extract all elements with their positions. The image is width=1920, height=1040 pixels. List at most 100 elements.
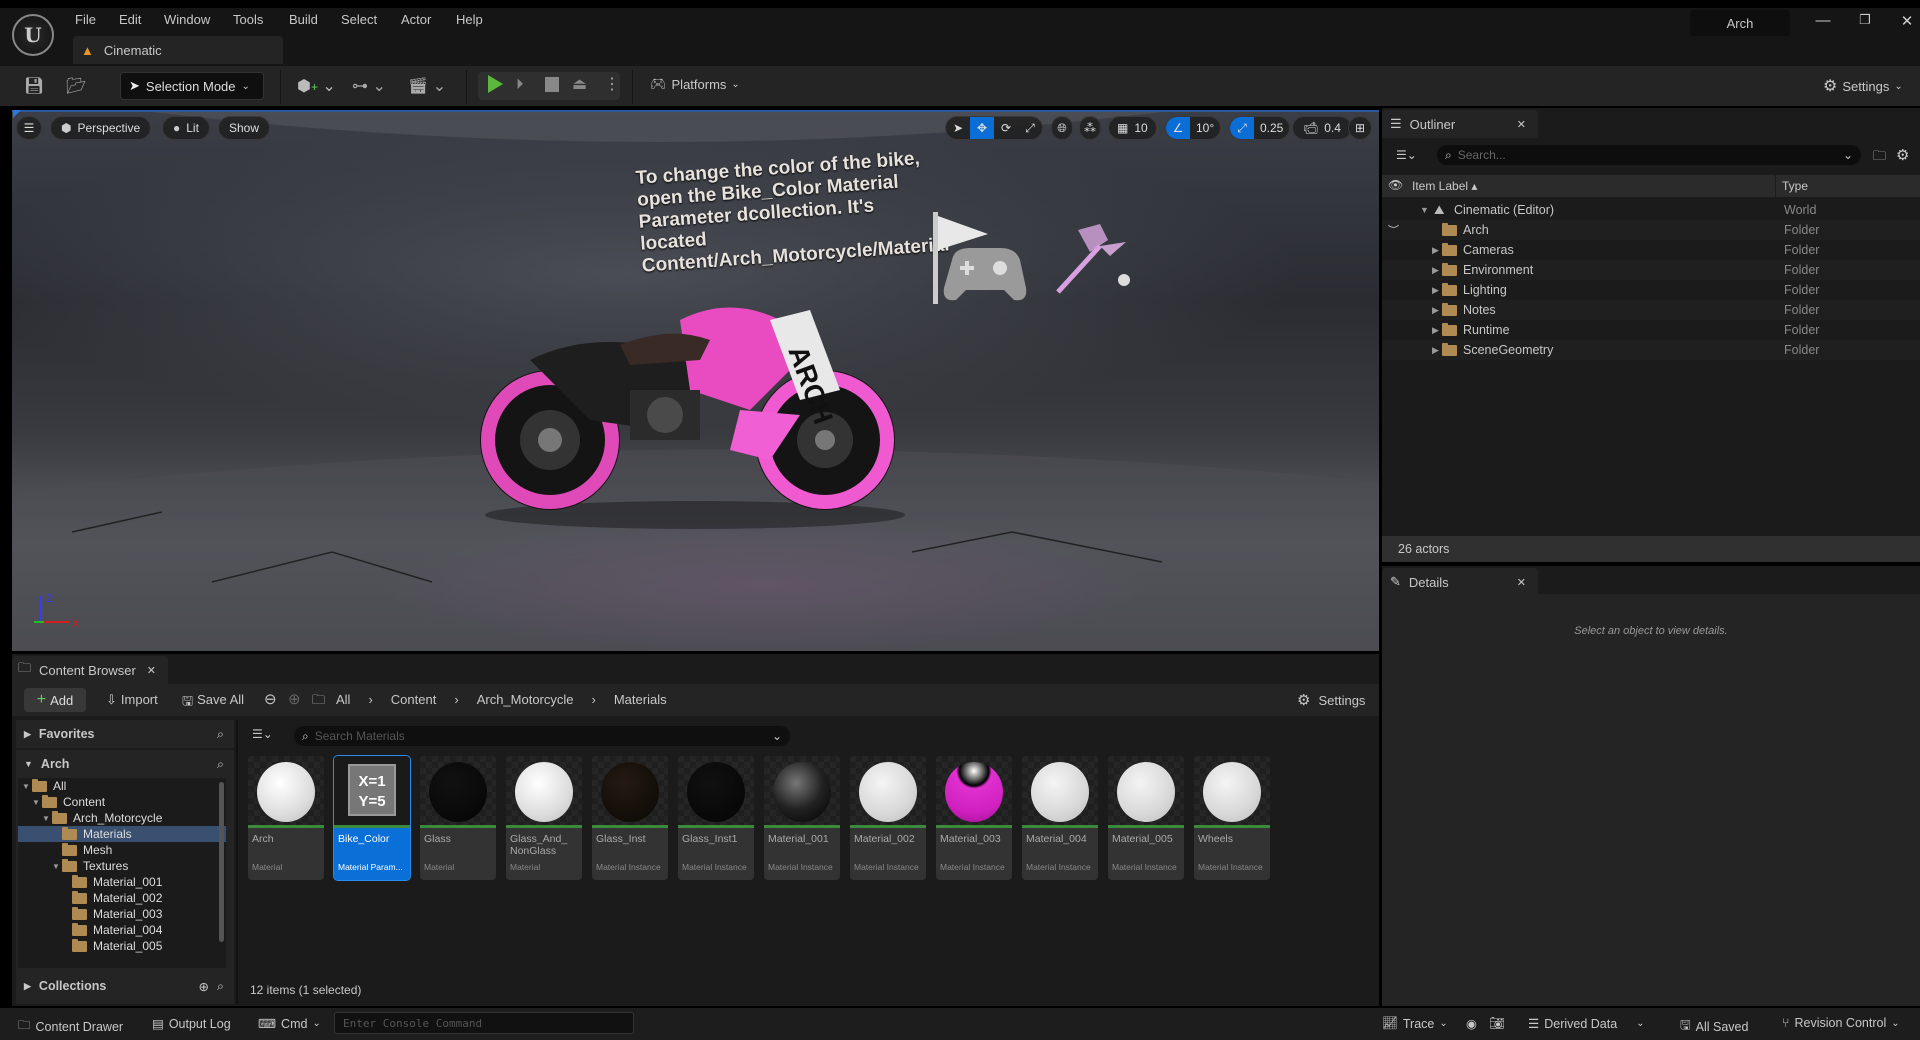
selection-mode-dropdown[interactable]: ➤ Selection Mode ⌄ [120, 72, 264, 100]
restore-icon[interactable]: ❐ [1850, 12, 1880, 28]
gear-icon[interactable]: ⚙ [1896, 146, 1909, 164]
blueprint-icon[interactable]: ⊶ ⌄ [352, 76, 386, 96]
close-tab-icon[interactable]: ✕ [147, 664, 168, 677]
add-button[interactable]: + Add [24, 688, 86, 712]
asset-tile[interactable]: Material_001 Material Instance [764, 756, 840, 880]
filter-icon[interactable]: ☰⌄ [252, 727, 273, 741]
outliner-tab[interactable]: ☰ Outliner ✕ [1382, 110, 1538, 138]
tree-item[interactable]: ▼ Textures [18, 858, 226, 874]
save-icon[interactable]: 💾︎ [24, 76, 44, 96]
tree-item[interactable]: Material_001 [18, 874, 226, 890]
menu-tools[interactable]: Tools [233, 12, 263, 27]
tree-item[interactable]: Mesh [18, 842, 226, 858]
chevron-right-icon[interactable]: ▶ [1432, 245, 1439, 256]
hidden-eye-icon[interactable]: ︶ [1388, 222, 1399, 238]
chevron-right-icon[interactable]: ▶ [1432, 325, 1439, 336]
record-trace-icon[interactable]: ◉ [1466, 1016, 1477, 1031]
asset-tile[interactable]: Glass_Inst1 Material Instance [678, 756, 754, 880]
outliner-row[interactable]: ▶ Environment Folder [1382, 260, 1920, 280]
add-collection-icon[interactable]: ⊕ [199, 979, 209, 994]
outliner-row[interactable]: ▶ Lighting Folder [1382, 280, 1920, 300]
perspective-button[interactable]: ⬢ Perspective [50, 116, 152, 140]
favorites-section[interactable]: ▶ Favorites ⌕ [16, 720, 234, 748]
menu-window[interactable]: Window [164, 12, 210, 27]
menu-actor[interactable]: Actor [401, 12, 431, 27]
console-command-input[interactable]: Enter Console Command [334, 1012, 634, 1034]
show-button[interactable]: Show [218, 116, 271, 140]
output-log-button[interactable]: ▤ Output Log [152, 1016, 231, 1032]
visibility-icon[interactable]: 👁︎ [1388, 178, 1403, 192]
scale-tool-icon[interactable]: ⤢ [1018, 117, 1042, 139]
tree-item[interactable]: Materials [18, 826, 226, 842]
outliner-row[interactable]: ▶ Notes Folder [1382, 300, 1920, 320]
asset-tile[interactable]: Wheels Material Instance [1194, 756, 1270, 880]
back-icon[interactable]: ⊖ [264, 690, 277, 708]
rotation-snap[interactable]: ∠ 10° [1165, 116, 1222, 140]
revision-control-button[interactable]: ⑂ Revision Control ⌄ [1782, 1016, 1900, 1030]
asset-tile[interactable]: Glass Material [420, 756, 496, 880]
tree-item[interactable]: ▼ Arch_Motorcycle [18, 810, 226, 826]
collections-section[interactable]: ▶ Collections ⊕ ⌕ [16, 972, 234, 1000]
lit-button[interactable]: ● Lit [162, 116, 210, 140]
tree-item[interactable]: ▼ All [18, 778, 226, 794]
breadcrumb-content[interactable]: Content [391, 692, 437, 707]
browse-content-icon[interactable]: 📂︎ [66, 76, 86, 96]
asset-tile[interactable]: Glass_Inst Material Instance [592, 756, 668, 880]
asset-tile[interactable]: Material_004 Material Instance [1022, 756, 1098, 880]
tree-item[interactable]: Material_003 [18, 906, 226, 922]
folder-icon[interactable]: 🗀 [312, 691, 325, 713]
forward-icon[interactable]: ⊕ [288, 690, 301, 708]
outliner-search-input[interactable]: ⌕ Search... ⌄ [1437, 145, 1861, 165]
chevron-down-icon[interactable]: ▼ [1420, 205, 1429, 215]
more-options-icon[interactable]: ⋮ [604, 74, 620, 94]
column-type[interactable]: Type [1782, 179, 1808, 193]
asset-tile[interactable]: Glass_And_ NonGlass Material [506, 756, 582, 880]
cb-settings-button[interactable]: ⚙ Settings [1297, 691, 1365, 709]
tree-item[interactable]: Material_005 [18, 938, 226, 954]
content-browser-tab[interactable]: 🗀 Content Browser ✕ [12, 656, 168, 684]
viewport-layout-icon[interactable]: ⊞ [1348, 116, 1372, 140]
tree-item[interactable]: Material_002 [18, 890, 226, 906]
filter-icon[interactable]: ☰⌄ [1396, 148, 1417, 162]
surface-snap-icon[interactable]: ⁂ [1079, 116, 1101, 140]
search-icon[interactable]: ⌕ [217, 979, 234, 994]
tree-item[interactable]: ▼ Content [18, 794, 226, 810]
screenshot-trace-icon[interactable]: 📷︎ [1489, 1016, 1505, 1031]
close-icon[interactable]: ✕ [1892, 12, 1920, 30]
arch-section[interactable]: ▼ Arch ⌕ [16, 750, 234, 778]
search-icon[interactable]: ⌕ [217, 757, 234, 772]
asset-tile[interactable]: Material_003 Material Instance [936, 756, 1012, 880]
minimize-icon[interactable]: — [1808, 12, 1838, 29]
add-folder-icon[interactable]: 🗀 [1873, 147, 1886, 169]
details-tab[interactable]: ✎ Details ✕ [1382, 568, 1538, 596]
chevron-right-icon[interactable]: ▶ [1432, 265, 1439, 276]
column-divider[interactable] [1775, 175, 1776, 197]
asset-tile[interactable]: Material_005 Material Instance [1108, 756, 1184, 880]
asset-tile[interactable]: Material_002 Material Instance [850, 756, 926, 880]
menu-edit[interactable]: Edit [119, 12, 141, 27]
import-button[interactable]: ⇩ Import [106, 692, 158, 708]
menu-help[interactable]: Help [456, 12, 483, 27]
outliner-row[interactable]: ︶ Arch Folder [1382, 220, 1920, 240]
grid-snap[interactable]: ▦ 10 [1108, 116, 1157, 140]
cinematics-icon[interactable]: 🎬︎ ⌄ [408, 76, 446, 96]
close-tab-icon[interactable]: ✕ [1517, 576, 1538, 589]
move-tool-icon[interactable]: ✥ [970, 117, 994, 139]
asset-tile[interactable]: X=1 Y=5 Bike_Color Material Param... [333, 755, 411, 881]
search-icon[interactable]: ⌕ [217, 727, 234, 742]
platforms-button[interactable]: 🎮︎ Platforms ⌄ [650, 76, 740, 92]
tree-scrollbar[interactable] [219, 782, 224, 942]
breadcrumb-materials[interactable]: Materials [614, 692, 667, 707]
chevron-right-icon[interactable]: ▶ [1432, 305, 1439, 316]
splitter[interactable] [236, 720, 238, 1004]
materials-search-input[interactable]: ⌕ Search Materials ⌄ [294, 726, 790, 746]
save-all-button[interactable]: 🖫 Save All [182, 692, 244, 714]
play-icon[interactable] [488, 75, 503, 93]
outliner-row[interactable]: ▼ ⛰︎ Cinematic (Editor) World [1382, 200, 1920, 220]
all-saved-button[interactable]: 🖫 All Saved [1680, 1016, 1748, 1037]
close-tab-icon[interactable]: ✕ [1517, 118, 1538, 131]
step-icon[interactable]: ⏵ [516, 76, 524, 93]
chevron-right-icon[interactable]: ▶ [1432, 285, 1439, 296]
outliner-row[interactable]: ▶ Runtime Folder [1382, 320, 1920, 340]
select-tool-icon[interactable]: ➤ [946, 117, 970, 139]
